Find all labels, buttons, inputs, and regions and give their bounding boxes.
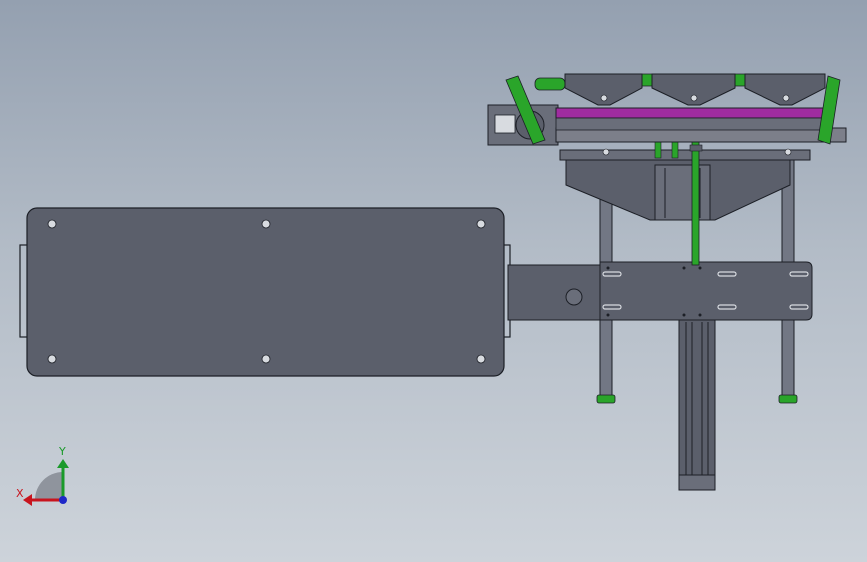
gripper-head[interactable] <box>487 73 847 156</box>
cross-beam[interactable] <box>599 261 813 321</box>
x-axis-label: X <box>16 487 24 500</box>
assembly-model[interactable]: Y X <box>0 0 867 562</box>
y-axis-label: Y <box>58 445 66 458</box>
cad-viewport[interactable]: Y X <box>0 0 867 562</box>
triad-quadrant <box>35 472 63 500</box>
funnel-housing[interactable] <box>559 149 811 221</box>
z-axis-dot <box>59 496 67 504</box>
base-plate[interactable] <box>19 207 511 377</box>
linear-actuator[interactable] <box>678 319 716 491</box>
coordinate-triad: Y X <box>16 445 69 506</box>
